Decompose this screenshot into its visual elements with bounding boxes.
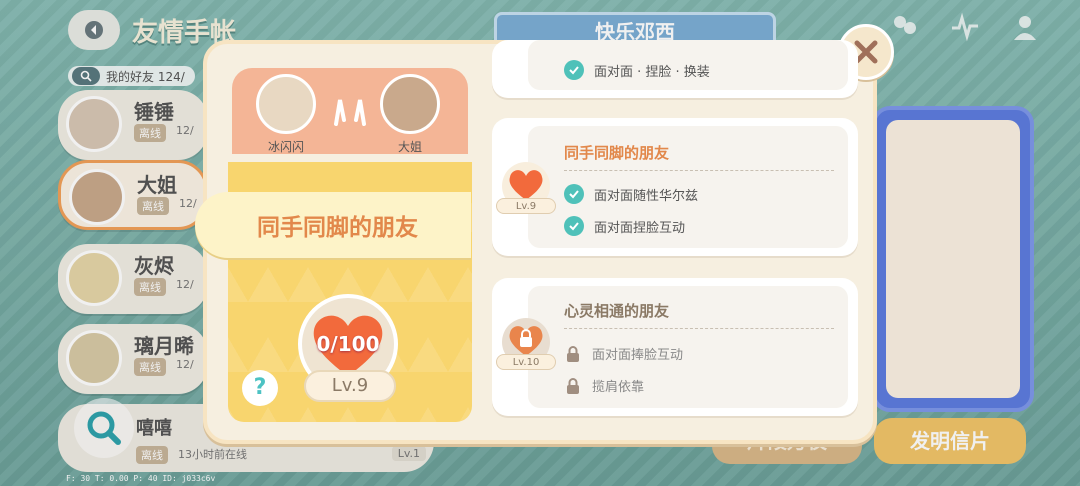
tier-reward-locked: 面对面捧脸互动 — [564, 344, 683, 363]
tier-reward: 面对面随性华尔兹 — [564, 184, 698, 204]
lock-icon — [509, 326, 543, 356]
tier-reward: 面对面捏脸互动 — [564, 216, 685, 236]
check-icon — [564, 184, 584, 204]
friend-avatar — [380, 74, 440, 134]
lock-icon — [567, 377, 579, 394]
tier-card: 面对面 · 捏脸 · 换装 — [492, 40, 858, 98]
current-tier-ribbon: 同手同脚的朋友 — [195, 192, 471, 258]
tier-level: Lv.9 — [496, 198, 556, 214]
high-five-icon — [334, 99, 366, 126]
friend-name-label: 大姐 — [398, 140, 423, 154]
check-icon — [564, 216, 584, 236]
intimacy-level: Lv.9 — [304, 370, 396, 402]
tier-reward: 面对面 · 捏脸 · 换装 — [564, 60, 710, 80]
intimacy-progress: 0/100 — [316, 332, 380, 356]
tier-card-locked: Lv.10 心灵相通的朋友 面对面捧脸互动 揽肩依靠 — [492, 278, 858, 416]
tier-title: 心灵相通的朋友 — [564, 302, 670, 320]
divider — [564, 328, 834, 329]
player-avatar — [256, 74, 316, 134]
tier-card: Lv.9 同手同脚的朋友 面对面随性华尔兹 面对面捏脸互动 — [492, 118, 858, 256]
friend-pair-header: 冰闪闪 大姐 — [232, 68, 468, 154]
tier-reward-locked: 揽肩依靠 — [564, 376, 644, 395]
current-tier-label: 同手同脚的朋友 — [257, 215, 418, 241]
divider — [564, 170, 834, 171]
check-icon — [564, 60, 584, 80]
heart-icon — [509, 170, 543, 200]
player-name: 冰闪闪 — [268, 140, 305, 154]
tier-level: Lv.10 — [496, 354, 556, 370]
lock-icon — [567, 345, 579, 362]
tier-title: 同手同脚的朋友 — [564, 144, 670, 162]
help-button[interactable]: ? — [242, 370, 278, 406]
